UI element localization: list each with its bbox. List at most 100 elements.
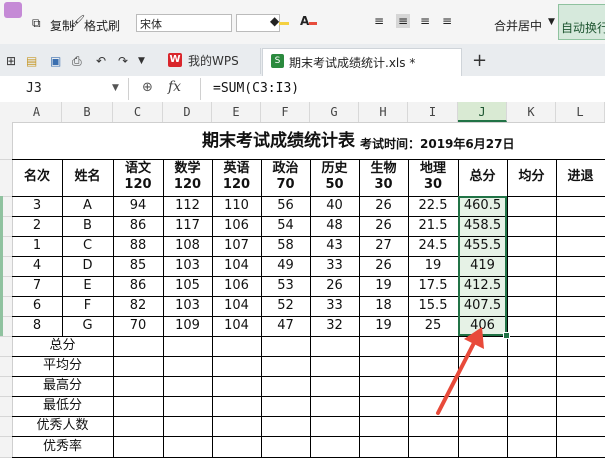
data-cell[interactable]: G [62,316,113,336]
data-cell[interactable]: F [62,296,113,316]
add-tab-button[interactable]: + [472,48,487,74]
open-icon[interactable]: ▤ [26,48,37,74]
data-cell[interactable]: 109 [163,316,212,336]
header-cell[interactable]: 语文 120 [113,159,163,196]
align-center-icon[interactable]: ≡ [396,14,411,28]
data-cell[interactable]: 104 [212,256,261,276]
data-cell[interactable]: 58 [261,236,310,256]
data-cell[interactable]: C [62,236,113,256]
column-header-e[interactable]: E [212,102,261,122]
data-cell[interactable]: 105 [163,276,212,296]
data-cell[interactable]: 40 [310,196,359,216]
data-cell[interactable]: 22.5 [408,196,458,216]
data-cell[interactable]: D [62,256,113,276]
header-cell[interactable]: 均分 [507,159,556,196]
data-cell[interactable]: 54 [261,216,310,236]
font-name-select[interactable]: 宋体 [136,14,232,32]
exam-time[interactable]: 考试时间：2019年6月27日 [360,134,560,154]
data-cell[interactable]: 43 [310,236,359,256]
column-header-i[interactable]: I [408,102,458,122]
data-cell[interactable]: 6 [12,296,62,316]
data-cell[interactable]: 17.5 [408,276,458,296]
data-cell[interactable]: 104 [212,296,261,316]
font-color-icon[interactable]: A [300,14,318,28]
undo-icon[interactable]: ↶ [96,48,106,74]
data-cell[interactable] [507,276,556,296]
data-cell[interactable]: 107 [212,236,261,256]
data-cell[interactable]: 8 [12,316,62,336]
data-cell[interactable]: 104 [212,316,261,336]
selected-range-j3-j9[interactable] [458,196,507,336]
data-cell[interactable] [556,276,605,296]
more-icon[interactable]: ▼ [138,48,145,74]
format-painter-button[interactable]: 格式刷 [84,17,120,34]
data-cell[interactable]: 19 [359,316,408,336]
column-header-c[interactable]: C [113,102,163,122]
data-cell[interactable]: 26 [310,276,359,296]
data-cell[interactable]: 4 [12,256,62,276]
chevron-down-icon[interactable]: ▼ [112,83,119,93]
data-cell[interactable] [507,236,556,256]
print-icon[interactable]: ⎙ [72,48,82,74]
data-cell[interactable]: 108 [163,236,212,256]
data-cell[interactable] [556,256,605,276]
header-cell[interactable]: 姓名 [62,159,113,196]
data-cell[interactable]: 117 [163,216,212,236]
data-cell[interactable]: 70 [113,316,163,336]
column-header-d[interactable]: D [163,102,212,122]
data-cell[interactable]: E [62,276,113,296]
data-cell[interactable]: A [62,196,113,216]
merge-center-button[interactable]: 合并居中 [494,17,542,34]
data-cell[interactable]: 32 [310,316,359,336]
data-cell[interactable]: 88 [113,236,163,256]
data-cell[interactable]: 3 [12,196,62,216]
formula-input[interactable]: =SUM(C3:I3) [200,78,605,100]
column-header-k[interactable]: K [507,102,556,122]
data-cell[interactable]: 26 [359,196,408,216]
column-header-h[interactable]: H [359,102,408,122]
data-cell[interactable]: 48 [310,216,359,236]
data-cell[interactable]: 1 [12,236,62,256]
auto-wrap-button[interactable]: 自动换行 [558,4,605,40]
data-cell[interactable]: 112 [163,196,212,216]
data-cell[interactable] [556,296,605,316]
header-cell[interactable]: 地理 30 [408,159,458,196]
data-cell[interactable]: 106 [212,216,261,236]
data-cell[interactable] [556,316,605,336]
column-header-b[interactable]: B [62,102,113,122]
summary-label-cell[interactable]: 优秀率 [12,436,113,457]
data-cell[interactable]: 47 [261,316,310,336]
data-cell[interactable] [507,256,556,276]
sheet-grid[interactable]: 期末考试成绩统计表 考试时间：2019年6月27日 名次 姓名 语文 120 数学 120… [12,122,605,458]
fill-color-icon[interactable]: ◆ [270,14,290,28]
data-cell[interactable] [507,216,556,236]
column-header-g[interactable]: G [310,102,359,122]
column-header-f[interactable]: F [261,102,310,122]
data-cell[interactable] [556,196,605,216]
column-header-l[interactable]: L [556,102,605,122]
header-cell[interactable]: 政治 70 [261,159,310,196]
data-cell[interactable]: 26 [359,216,408,236]
data-cell[interactable]: 86 [113,276,163,296]
tab-wps[interactable]: W 我的WPS [160,48,261,74]
chevron-down-icon[interactable]: ▼ [548,17,555,27]
data-cell[interactable] [507,316,556,336]
name-box[interactable]: J3 ▼ [0,78,129,100]
align-right-icon[interactable]: ≡ [420,14,430,28]
header-cell[interactable]: 名次 [12,159,62,196]
fill-handle[interactable] [503,332,510,339]
data-cell[interactable]: 27 [359,236,408,256]
data-cell[interactable]: 33 [310,296,359,316]
data-cell[interactable] [556,216,605,236]
zoom-icon[interactable]: ⊕ [142,80,153,95]
data-cell[interactable]: 56 [261,196,310,216]
justify-icon[interactable]: ≡ [442,14,452,28]
data-cell[interactable]: 110 [212,196,261,216]
data-cell[interactable]: 86 [113,216,163,236]
data-cell[interactable]: 26 [359,256,408,276]
header-cell[interactable]: 进退 [556,159,605,196]
data-cell[interactable]: 85 [113,256,163,276]
summary-label-cell[interactable]: 最高分 [12,376,113,396]
home-icon[interactable]: ⊞ [6,48,16,74]
align-left-icon[interactable]: ≡ [374,14,384,28]
